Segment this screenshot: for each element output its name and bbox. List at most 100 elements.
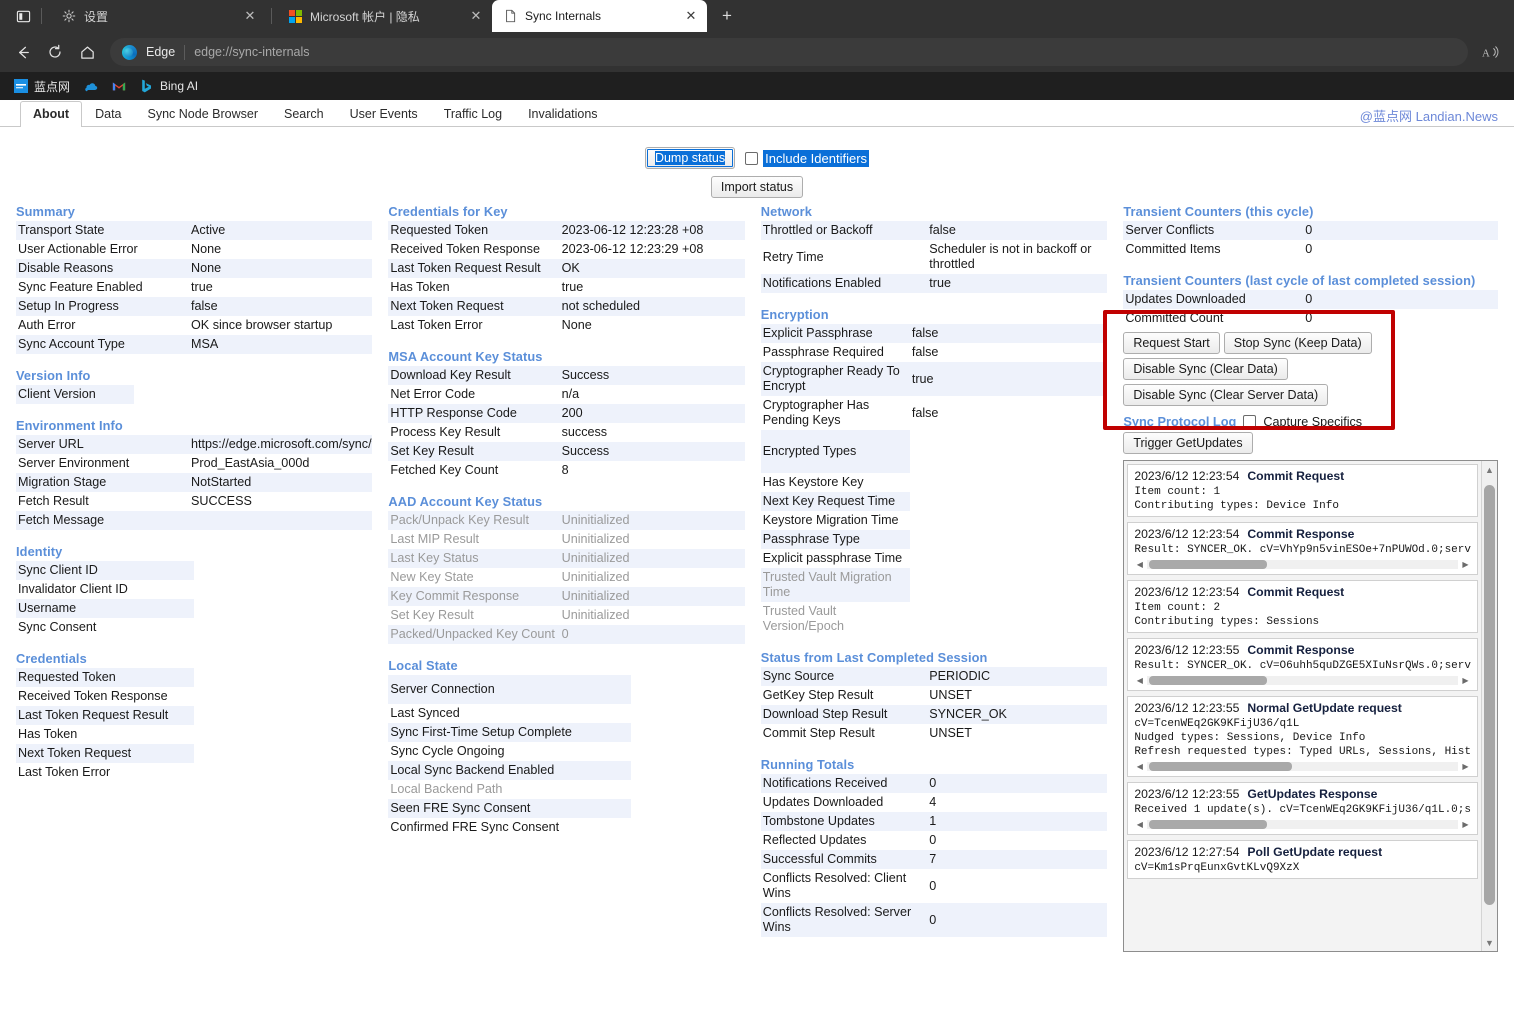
list-item[interactable]: 2023/6/12 12:23:55 Commit Response Result… (1127, 638, 1478, 691)
list-item[interactable]: 2023/6/12 12:23:54 Commit Request Item co… (1127, 580, 1478, 633)
list-item[interactable]: 2023/6/12 12:23:55 Normal GetUpdate reque… (1127, 696, 1478, 777)
list-item[interactable]: 2023/6/12 12:23:54 Commit Response Result… (1127, 522, 1478, 575)
scroll-thumb[interactable] (1149, 820, 1268, 829)
browser-tab-microsoft-account[interactable]: Microsoft 帐户 | 隐私 ✕ (277, 0, 492, 32)
reload-button[interactable] (40, 37, 70, 67)
scroll-thumb[interactable] (1149, 560, 1268, 569)
scroll-up-icon[interactable]: ▲ (1481, 462, 1497, 477)
sync-protocol-log-panel[interactable]: 2023/6/12 12:23:54 Commit Request Item co… (1123, 460, 1498, 952)
row-key: Server Conflicts (1123, 221, 1304, 240)
close-icon[interactable]: ✕ (468, 8, 484, 24)
row-value (909, 549, 1108, 568)
favorite-landian[interactable]: 蓝点网 (14, 78, 70, 95)
browser-tab-settings[interactable]: 设置 ✕ (51, 0, 266, 32)
scroll-left-icon[interactable]: ◀ (1134, 559, 1145, 570)
tab-actions-icon[interactable] (10, 3, 36, 29)
close-icon[interactable]: ✕ (242, 8, 258, 24)
scroll-right-icon[interactable]: ▶ (1460, 559, 1471, 570)
scroll-thumb[interactable] (1149, 676, 1268, 685)
section-title-credentials-for-key: Credentials for Key (388, 204, 508, 219)
scroll-right-icon[interactable]: ▶ (1460, 819, 1471, 830)
back-button[interactable] (8, 37, 38, 67)
close-icon[interactable]: ✕ (683, 8, 699, 24)
row-key: Set Key Result (388, 442, 560, 461)
scroll-right-icon[interactable]: ▶ (1460, 675, 1471, 686)
scroll-track[interactable] (1147, 820, 1458, 829)
row-key: Sync Cycle Ongoing (388, 742, 631, 761)
request-start-button[interactable]: Request Start (1123, 332, 1220, 354)
favorite-onedrive[interactable] (84, 79, 98, 93)
disable-sync-clear-data-button[interactable]: Disable Sync (Clear Data) (1123, 358, 1288, 380)
row-key: Sync Consent (16, 618, 195, 637)
list-item[interactable]: 2023/6/12 12:23:55 GetUpdates Response Re… (1127, 782, 1478, 835)
tab-traffic-log[interactable]: Traffic Log (431, 101, 515, 127)
row-key: Confirmed FRE Sync Consent (388, 818, 631, 837)
list-item[interactable]: 2023/6/12 12:23:54 Commit Request Item co… (1127, 464, 1478, 517)
log-line: cV=Km1sPrqEunxGvtKLvQ9XzX (1134, 862, 1300, 874)
scroll-thumb[interactable] (1483, 485, 1495, 905)
gear-icon (61, 8, 77, 24)
row-key: Keystore Migration Time (760, 511, 910, 530)
disable-sync-clear-server-data-button[interactable]: Disable Sync (Clear Server Data) (1123, 384, 1329, 406)
column-summary: Summary Transport State Active User Actio… (8, 200, 380, 1032)
read-aloud-icon[interactable]: A (1476, 37, 1506, 67)
row-key: Encrypted Types (760, 430, 910, 473)
table-row: Updates Downloaded 4 (760, 793, 1108, 812)
import-status-button[interactable]: Import status (710, 176, 804, 198)
table-row: Key Commit Response Uninitialized (388, 587, 745, 606)
scroll-track[interactable] (1482, 477, 1497, 935)
table-row: Sync Cycle Ongoing (388, 742, 631, 761)
log-horizontal-scrollbar[interactable]: ◀ ▶ (1134, 674, 1471, 687)
tab-invalidations[interactable]: Invalidations (515, 101, 611, 127)
log-horizontal-scrollbar[interactable]: ◀ ▶ (1134, 760, 1471, 773)
row-key: HTTP Response Code (388, 404, 560, 423)
tab-about[interactable]: About (20, 101, 83, 127)
favorite-gmail[interactable] (112, 79, 126, 93)
row-key: Last Key Status (388, 549, 560, 568)
address-bar[interactable]: Edge edge://sync-internals (110, 38, 1468, 66)
browser-tab-sync-internals[interactable]: Sync Internals ✕ (492, 0, 707, 32)
home-button[interactable] (72, 37, 102, 67)
table-msa-account-key-status: Download Key Result Success Net Error Cod… (388, 366, 745, 480)
log-vertical-scrollbar[interactable]: ▲ ▼ (1480, 461, 1497, 951)
row-value: Success (559, 366, 745, 385)
log-line: Item count: 2 (1134, 602, 1221, 614)
row-key: Passphrase Required (760, 343, 910, 362)
include-identifiers-checkbox-wrap[interactable]: Include Identifiers (745, 149, 870, 167)
row-key: Has Token (388, 278, 560, 297)
row-value: true (909, 362, 1108, 396)
row-value: 8 (559, 461, 745, 480)
capture-specifics-checkbox[interactable] (1243, 415, 1257, 428)
dump-status-button[interactable]: Dump status (644, 147, 736, 169)
favorite-bing-ai[interactable]: Bing AI (140, 79, 198, 93)
trigger-getupdates-button[interactable]: Trigger GetUpdates (1123, 432, 1253, 454)
scroll-left-icon[interactable]: ◀ (1134, 675, 1145, 686)
tab-search[interactable]: Search (271, 101, 337, 127)
stop-sync-keep-data-button[interactable]: Stop Sync (Keep Data) (1223, 332, 1372, 354)
log-horizontal-scrollbar[interactable]: ◀ ▶ (1134, 558, 1471, 571)
scroll-down-icon[interactable]: ▼ (1481, 935, 1497, 950)
scroll-track[interactable] (1147, 762, 1458, 771)
scroll-left-icon[interactable]: ◀ (1134, 819, 1145, 830)
log-horizontal-scrollbar[interactable]: ◀ ▶ (1134, 818, 1471, 831)
microsoft-logo-icon (287, 8, 303, 24)
table-row: Passphrase Required false (760, 343, 1108, 362)
scroll-left-icon[interactable]: ◀ (1134, 761, 1145, 772)
sync-protocol-log-link[interactable]: Sync Protocol Log (1123, 414, 1236, 429)
scroll-track[interactable] (1147, 560, 1458, 569)
new-tab-button[interactable]: + (713, 2, 741, 30)
tab-sync-node-browser[interactable]: Sync Node Browser (135, 101, 271, 127)
section-title-encryption: Encryption (760, 307, 829, 322)
log-entry-list[interactable]: 2023/6/12 12:23:54 Commit Request Item co… (1124, 461, 1481, 951)
list-item[interactable]: 2023/6/12 12:27:54 Poll GetUpdate request… (1127, 840, 1478, 879)
scroll-right-icon[interactable]: ▶ (1460, 761, 1471, 772)
table-row: Last Token Error None (388, 316, 745, 335)
tab-data[interactable]: Data (82, 101, 134, 127)
table-row: Server Connection (388, 675, 631, 704)
row-value: 7 (927, 850, 1108, 869)
tab-user-events[interactable]: User Events (337, 101, 431, 127)
include-identifiers-checkbox[interactable] (745, 151, 759, 165)
scroll-thumb[interactable] (1149, 762, 1293, 771)
scroll-track[interactable] (1147, 676, 1458, 685)
table-row: Set Key Result Success (388, 442, 745, 461)
